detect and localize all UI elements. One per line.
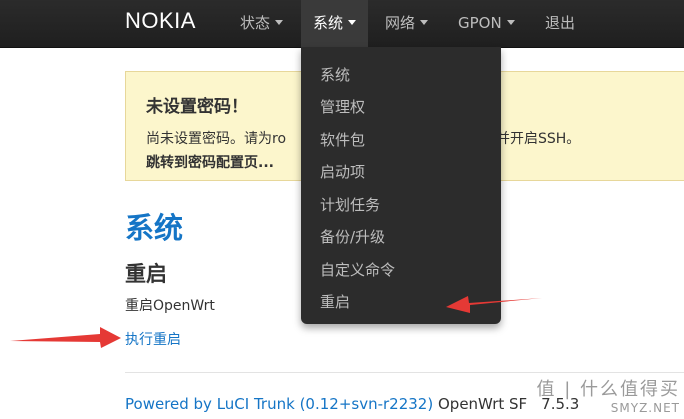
- chevron-down-icon: [420, 20, 429, 25]
- nav-item-label: 网络: [385, 14, 416, 32]
- chevron-down-icon: [506, 20, 515, 25]
- menu-item-packages[interactable]: 软件包: [320, 129, 365, 150]
- nav-item-label: 退出: [545, 14, 576, 32]
- password-config-link[interactable]: 跳转到密码配置页...: [146, 152, 274, 172]
- reboot-link[interactable]: 执行重启: [125, 329, 181, 349]
- nav-item-label: GPON: [458, 14, 502, 32]
- footer: Powered by LuCI Trunk (0.12+svn-r2232) O…: [125, 395, 579, 413]
- system-dropdown-menu: 系统 管理权 软件包 启动项 计划任务 备份/升级 自定义命令 重启: [301, 47, 501, 324]
- section-title: 重启: [125, 262, 167, 286]
- alert-title: 未设置密码！: [146, 97, 248, 117]
- alert-message-tail: 并开启SSH。: [496, 131, 581, 147]
- menu-item-startup[interactable]: 启动项: [320, 161, 365, 182]
- arrow-to-reboot-link: [10, 327, 121, 348]
- footer-version: OpenWrt SF: [437, 395, 528, 413]
- section-description: 重启OpenWrt: [125, 298, 215, 314]
- nav-item-label: 状态: [240, 14, 271, 32]
- menu-item-scheduled-tasks[interactable]: 计划任务: [320, 194, 380, 215]
- nav-item-network[interactable]: 网络: [373, 0, 440, 47]
- top-navbar: NOKIA 状态 系统 网络 GPON 退出: [0, 0, 684, 48]
- menu-item-backup-upgrade[interactable]: 备份/升级: [320, 226, 385, 247]
- footer-version-tail: 7.5.3: [541, 395, 580, 413]
- luci-link[interactable]: Powered by LuCI Trunk (0.12+svn-r2232): [125, 395, 433, 413]
- menu-item-system[interactable]: 系统: [320, 64, 350, 85]
- nav-item-logout[interactable]: 退出: [533, 0, 587, 47]
- page-title: 系统: [125, 211, 184, 245]
- nav-item-system[interactable]: 系统: [301, 0, 369, 47]
- alert-message: 尚未设置密码。请为ro: [146, 131, 287, 147]
- nav-item-label: 系统: [313, 14, 344, 32]
- menu-item-admin[interactable]: 管理权: [320, 96, 365, 117]
- chevron-down-icon: [348, 20, 357, 25]
- chevron-down-icon: [275, 20, 284, 25]
- menu-item-custom-commands[interactable]: 自定义命令: [320, 259, 395, 280]
- nav-item-status[interactable]: 状态: [228, 0, 295, 47]
- menu-item-reboot[interactable]: 重启: [320, 291, 350, 312]
- brand-logo[interactable]: NOKIA: [125, 8, 196, 34]
- footer-divider: [125, 372, 684, 373]
- nav-item-gpon[interactable]: GPON: [446, 0, 527, 47]
